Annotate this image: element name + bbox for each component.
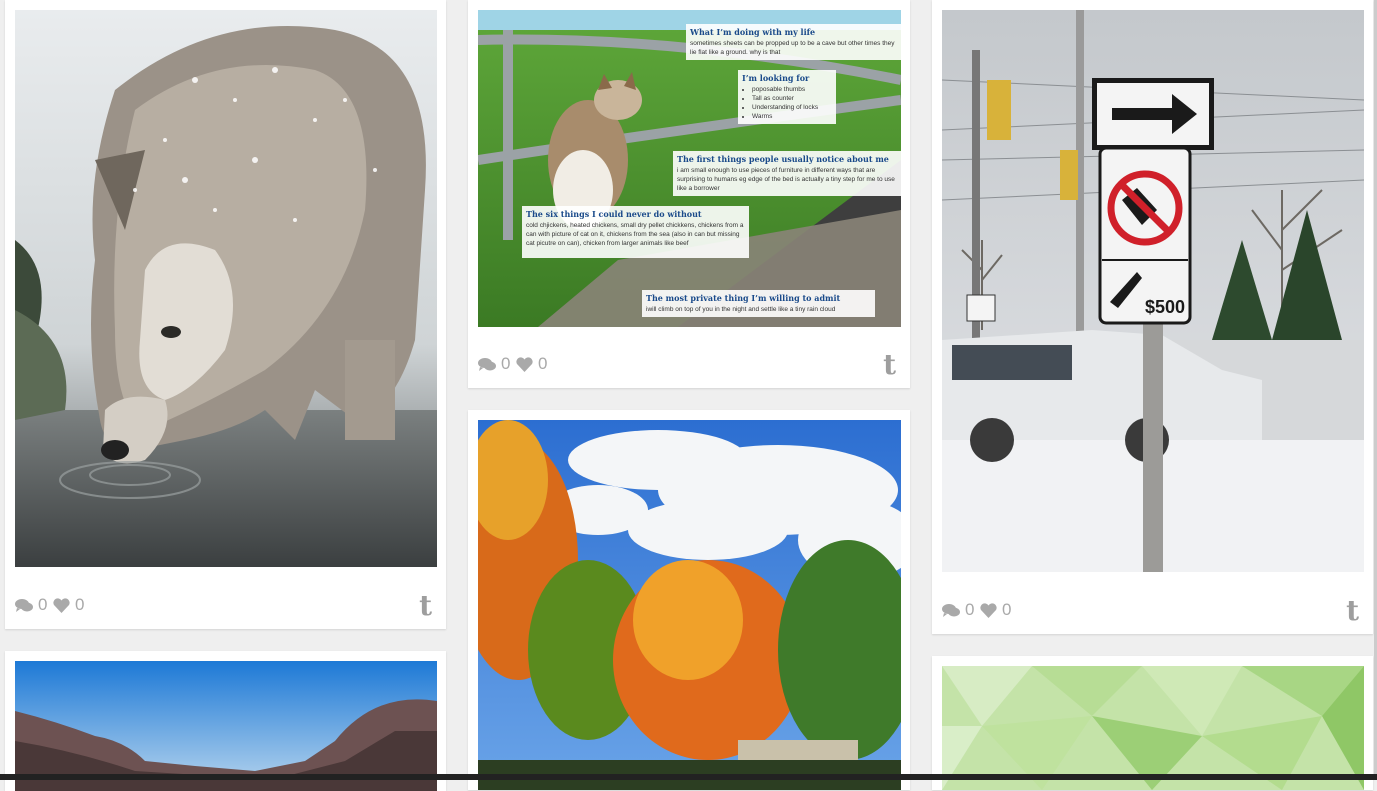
- comment-count[interactable]: 0: [942, 600, 974, 620]
- comment-icon: [15, 598, 33, 612]
- profile-section-six-things: The six things I could never do without …: [522, 206, 749, 258]
- like-count[interactable]: 0: [53, 595, 84, 615]
- profile-section-private: The most private thing I’m willing to ad…: [642, 290, 875, 317]
- comment-count[interactable]: 0: [15, 595, 47, 615]
- post-meta: 0 0 t: [15, 592, 436, 622]
- post-card-wolf: 0 0 t: [5, 0, 446, 629]
- comment-icon: [478, 357, 496, 371]
- post-meta: 0 0 t: [478, 351, 900, 381]
- post-card-sign: $500 0 0 t: [932, 0, 1373, 634]
- sign-fine-text: $500: [1145, 297, 1185, 317]
- post-card-canyon: [5, 651, 446, 791]
- post-meta: 0 0 t: [942, 597, 1363, 627]
- like-count[interactable]: 0: [516, 354, 547, 374]
- bottom-edge: [0, 774, 1377, 780]
- no-sled-sign-photo[interactable]: $500: [942, 10, 1364, 572]
- heart-icon: [516, 356, 533, 372]
- tumblr-icon[interactable]: t: [1346, 597, 1359, 625]
- like-count[interactable]: 0: [980, 600, 1011, 620]
- green-polygon-photo[interactable]: [942, 666, 1364, 790]
- comment-icon: [942, 603, 960, 617]
- comment-count[interactable]: 0: [478, 354, 510, 374]
- profile-section-life: What I’m doing with my life sometimes sh…: [686, 24, 901, 60]
- tumblr-icon[interactable]: t: [883, 351, 896, 379]
- tumblr-icon[interactable]: t: [419, 592, 432, 620]
- post-card-green-pattern: [932, 656, 1373, 790]
- post-card-autumn: [468, 410, 910, 790]
- profile-section-looking: I’m looking for poposable thumbs Tall as…: [738, 70, 836, 124]
- profile-section-notice: The first things people usually notice a…: [673, 151, 901, 196]
- heart-icon: [53, 597, 70, 613]
- wolf-photo[interactable]: [15, 10, 437, 567]
- cat-profile-photo[interactable]: What I’m doing with my life sometimes sh…: [478, 10, 901, 327]
- canyon-photo[interactable]: [15, 661, 437, 791]
- heart-icon: [980, 602, 997, 618]
- post-card-cat: What I’m doing with my life sometimes sh…: [468, 0, 910, 388]
- autumn-trees-photo[interactable]: [478, 420, 901, 790]
